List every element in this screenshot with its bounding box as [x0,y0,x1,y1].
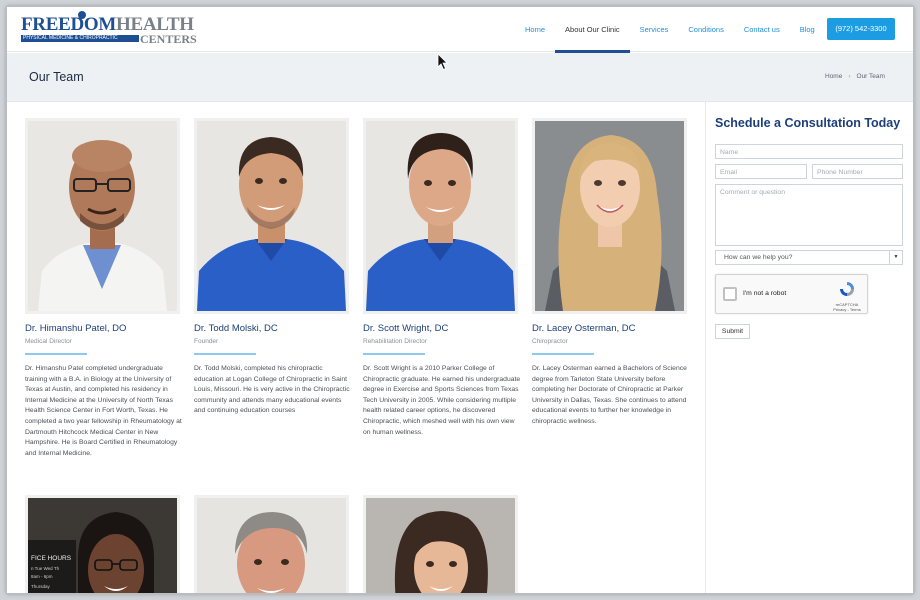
team-photo[interactable]: FICE HOURS n Tue Wed Th 8am - 6pm Thursd… [25,495,180,593]
team-role: Rehabilitation Director [363,338,427,345]
team-divider [25,353,87,355]
team-bio: Dr. Himanshu Patel completed undergradua… [25,365,182,457]
team-card: Dr. Lacey Osterman, DC Chiropractor Dr. … [532,118,687,428]
nav-home[interactable]: Home [515,7,555,52]
team-card: Dr. Himanshu Patel, DO Medical Director … [25,118,182,459]
logo-tagline: PHYSICAL MEDICINE & CHIROPRACTIC [21,35,139,42]
photo-sign-line: 8am - 6pm [31,574,53,579]
team-name: Dr. Lacey Osterman, DC [532,323,636,334]
browser-frame: FREEDOMHEALTH PHYSICAL MEDICINE & CHIROP… [6,6,914,594]
breadcrumb-current: Our Team [856,73,885,80]
recaptcha-label: I'm not a robot [743,290,787,297]
team-card: Dr. Scott Wright, DC Rehabilitation Dire… [363,118,521,438]
team-photo[interactable] [363,495,518,593]
team-photo[interactable] [25,118,180,314]
breadcrumb: Home › Our Team [825,73,885,80]
team-photo[interactable] [194,495,349,593]
team-divider [363,353,425,355]
team-photo[interactable] [532,118,687,314]
breadcrumb-separator-icon: › [848,73,851,80]
team-divider [194,353,256,355]
form-title: Schedule a Consultation Today [715,116,901,130]
breadcrumb-home[interactable]: Home [825,73,842,80]
team-photo[interactable] [363,118,518,314]
comment-field[interactable]: Comment or question [715,184,903,246]
nav-contact[interactable]: Contact us [734,7,790,52]
team-bio: Dr. Todd Molski, completed his chiroprac… [194,365,350,415]
phone-button[interactable]: (972) 542-3300 [827,18,895,40]
team-name: Dr. Himanshu Patel, DO [25,323,127,334]
team-card [363,495,518,593]
nav-about[interactable]: About Our Clinic [555,7,630,53]
page-title-band: Our Team Home › Our Team [7,53,913,102]
site-header: FREEDOMHEALTH PHYSICAL MEDICINE & CHIROP… [7,7,913,53]
page-title: Our Team [29,70,84,84]
phone-field[interactable]: Phone Number [812,164,903,179]
chevron-down-icon[interactable]: ▼ [889,251,902,264]
team-name: Dr. Scott Wright, DC [363,323,449,334]
photo-sign-line: FICE HOURS [31,555,72,562]
team-card: FICE HOURS n Tue Wed Th 8am - 6pm Thursd… [25,495,180,593]
photo-sign-line: Thursday [31,584,51,589]
logo-freedom: FREEDOM [21,14,117,35]
recaptcha-icon [840,282,854,296]
logo-centers: CENTERS [140,32,197,46]
team-divider [532,353,594,355]
nav-blog[interactable]: Blog [790,7,825,52]
nav-services[interactable]: Services [630,7,679,52]
team-bio: Dr. Scott Wright is a 2010 Parker Colleg… [363,365,521,436]
site-logo[interactable]: FREEDOMHEALTH PHYSICAL MEDICINE & CHIROP… [21,11,197,47]
nav-conditions[interactable]: Conditions [678,7,733,52]
team-photo[interactable] [194,118,349,314]
team-role: Chiropractor [532,338,568,345]
photo-sign-line: n Tue Wed Th [31,566,60,571]
recaptcha-checkbox[interactable] [723,287,737,301]
recaptcha-widget: I'm not a robot reCAPTCHA Privacy - Term… [715,274,868,314]
team-name: Dr. Todd Molski, DC [194,323,278,334]
team-role: Medical Director [25,338,72,345]
name-field[interactable]: Name [715,144,903,159]
recaptcha-links[interactable]: Privacy - Terms [833,307,861,312]
recaptcha-logo: reCAPTCHA Privacy - Terms [833,281,861,312]
team-card [194,495,349,593]
main-nav: Home About Our Clinic Services Condition… [515,7,825,53]
logo-figure-icon [78,11,86,19]
mouse-cursor-icon [437,53,448,71]
team-bio: Dr. Lacey Osterman earned a Bachelors of… [532,365,687,425]
consultation-sidebar: Schedule a Consultation Today Name Email… [705,102,913,593]
submit-button[interactable]: Submit [715,324,750,339]
help-select[interactable]: How can we help you? ▼ [715,250,903,265]
help-select-value: How can we help you? [724,254,793,261]
team-role: Founder [194,338,219,345]
team-card: Dr. Todd Molski, DC Founder Dr. Todd Mol… [194,118,350,417]
email-field[interactable]: Email [715,164,807,179]
